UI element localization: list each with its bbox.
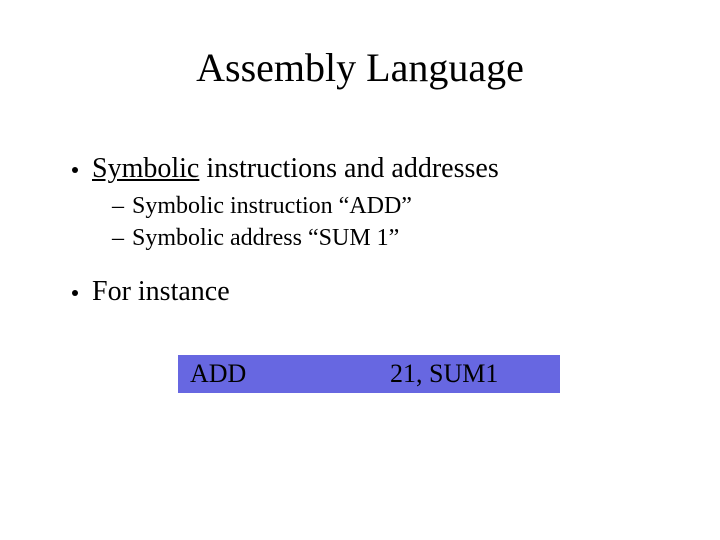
sub-bullet-text: Symbolic address “SUM 1” [132, 222, 399, 254]
bullet-text: For instance [92, 273, 230, 311]
bullet-text-rest: instructions and addresses [199, 153, 498, 184]
sub-bullet-text: Symbolic instruction “ADD” [132, 190, 412, 222]
dash-icon: – [112, 222, 124, 254]
code-opcode: ADD [178, 359, 390, 389]
slide-body: Symbolic instructions and addresses – Sy… [72, 150, 652, 312]
sub-bullet-address: – Symbolic address “SUM 1” [112, 222, 652, 254]
code-example-box: ADD 21, SUM1 [178, 355, 560, 393]
bullet-dot-icon [72, 290, 78, 296]
underlined-word: Symbolic [92, 153, 199, 184]
bullet-for-instance: For instance [72, 273, 652, 311]
bullet-symbolic-instructions: Symbolic instructions and addresses [72, 150, 652, 188]
slide-title: Assembly Language [0, 44, 720, 91]
spacer [72, 255, 652, 273]
bullet-dot-icon [72, 167, 78, 173]
dash-icon: – [112, 190, 124, 222]
code-operands: 21, SUM1 [390, 359, 498, 389]
slide: Assembly Language Symbolic instructions … [0, 0, 720, 540]
sub-bullet-instruction: – Symbolic instruction “ADD” [112, 190, 652, 222]
bullet-text: Symbolic instructions and addresses [92, 150, 499, 188]
